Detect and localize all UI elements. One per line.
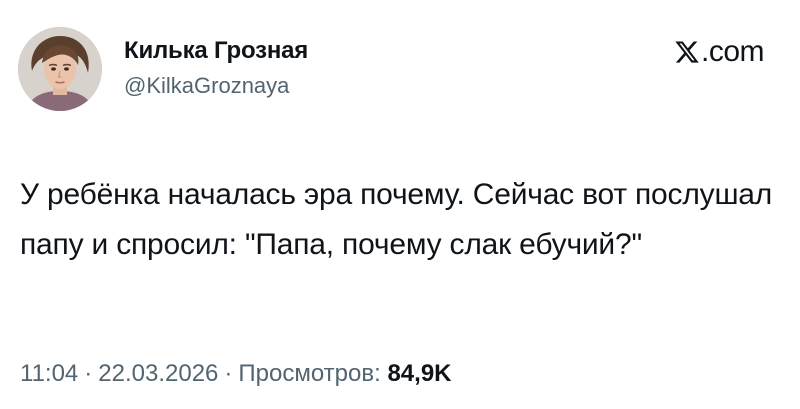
x-logo-icon <box>675 41 699 63</box>
tweet-text: У ребёнка началась эра почему. Сейчас во… <box>20 178 773 261</box>
tweet-date[interactable]: 22.03.2026 <box>98 360 218 387</box>
tweet-time[interactable]: 11:04 <box>20 360 78 387</box>
views-count[interactable]: 84,9K <box>387 360 451 387</box>
avatar[interactable] <box>18 27 102 111</box>
separator: · <box>84 360 93 387</box>
avatar-portrait-icon <box>18 27 102 111</box>
tweet-card: Килька Грозная @KilkaGroznaya .com У реб… <box>0 0 800 409</box>
brand-domain: .com <box>700 35 765 68</box>
author-handle[interactable]: @KilkaGroznaya <box>124 73 289 99</box>
author-display-name[interactable]: Килька Грозная <box>124 37 308 65</box>
views-label: Просмотров: <box>238 360 381 387</box>
tweet-meta: 11:04 · 22.03.2026 · Просмотров: 84,9K <box>20 360 452 388</box>
x-brand: .com <box>674 35 765 68</box>
separator: · <box>224 360 233 387</box>
